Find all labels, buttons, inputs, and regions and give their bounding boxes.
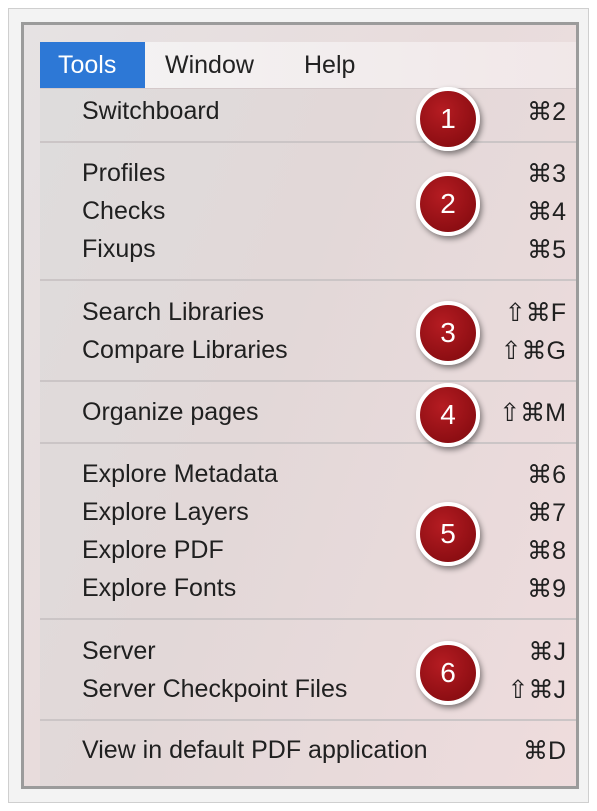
- menu-item-checks[interactable]: Checks ⌘4: [82, 193, 566, 231]
- menu-item-shortcut: ⌘8: [527, 537, 566, 565]
- callout-badge-1: 1: [416, 87, 480, 151]
- menu-item-label: Search Libraries: [82, 298, 265, 326]
- menu-item-label: Server: [82, 637, 156, 665]
- callout-badge-4: 4: [416, 383, 480, 447]
- menu-item-label: Organize pages: [82, 398, 259, 426]
- menu-separator: [40, 618, 576, 620]
- menu-item-fixups[interactable]: Fixups ⌘5: [82, 231, 566, 269]
- menu-item-label: View in default PDF application: [82, 736, 428, 764]
- menu-item-label: Explore Layers: [82, 498, 249, 526]
- menu-item-shortcut: ⌘7: [527, 499, 566, 527]
- menu-item-shortcut: ⇧⌘G: [500, 337, 566, 365]
- menu-item-shortcut: ⌘4: [527, 198, 566, 226]
- menu-item-explore-fonts[interactable]: Explore Fonts ⌘9: [82, 570, 566, 608]
- menu-bar: Tools Window Help: [40, 42, 576, 89]
- menu-item-shortcut: ⌘9: [527, 575, 566, 603]
- menu-item-shortcut: ⇧⌘J: [507, 676, 566, 704]
- menu-item-search-libraries[interactable]: Search Libraries ⇧⌘F: [82, 294, 566, 332]
- menubar-tools[interactable]: Tools: [40, 42, 145, 88]
- menu-screenshot: Tools Window Help Switchboard ⌘2 Profile…: [21, 22, 579, 789]
- menu-item-label: Checks: [82, 197, 166, 225]
- callout-badge-6: 6: [416, 641, 480, 705]
- menu-separator: [40, 380, 576, 382]
- menu-separator: [40, 719, 576, 721]
- menu-item-server-checkpoint-files[interactable]: Server Checkpoint Files ⇧⌘J: [82, 671, 566, 709]
- menu-item-shortcut: ⌘D: [522, 737, 566, 765]
- menu-item-explore-layers[interactable]: Explore Layers ⌘7: [82, 494, 566, 532]
- callout-badge-5: 5: [416, 502, 480, 566]
- menu-item-shortcut: ⇧⌘F: [504, 299, 566, 327]
- menu-item-label: Switchboard: [82, 97, 220, 125]
- menu-item-label: Profiles: [82, 159, 166, 187]
- menu-item-shortcut: ⌘2: [527, 98, 566, 126]
- menu-item-label: Server Checkpoint Files: [82, 675, 348, 703]
- tools-menu: Switchboard ⌘2 Profiles ⌘3 Checks ⌘4 Fix…: [40, 87, 576, 786]
- menu-item-view-in-default-pdf-application[interactable]: View in default PDF application ⌘D: [82, 732, 566, 770]
- menu-item-switchboard[interactable]: Switchboard ⌘2: [82, 93, 566, 131]
- menu-separator: [40, 141, 576, 143]
- menu-item-compare-libraries[interactable]: Compare Libraries ⇧⌘G: [82, 332, 566, 370]
- callout-badge-3: 3: [416, 301, 480, 365]
- menu-item-explore-pdf[interactable]: Explore PDF ⌘8: [82, 532, 566, 570]
- menu-separator: [40, 279, 576, 281]
- menu-item-shortcut: ⇧⌘M: [499, 399, 566, 427]
- menu-item-label: Explore Metadata: [82, 460, 278, 488]
- menu-item-profiles[interactable]: Profiles ⌘3: [82, 155, 566, 193]
- menu-item-label: Compare Libraries: [82, 336, 288, 364]
- menubar-window[interactable]: Window: [147, 42, 277, 88]
- menu-item-explore-metadata[interactable]: Explore Metadata ⌘6: [82, 456, 566, 494]
- menu-item-label: Explore Fonts: [82, 574, 237, 602]
- callout-badge-2: 2: [416, 172, 480, 236]
- menu-item-shortcut: ⌘6: [527, 461, 566, 489]
- menu-item-label: Fixups: [82, 235, 156, 263]
- menubar-help[interactable]: Help: [286, 42, 376, 88]
- menu-item-server[interactable]: Server ⌘J: [82, 633, 566, 671]
- menu-item-organize-pages[interactable]: Organize pages ⇧⌘M: [82, 394, 566, 432]
- menu-item-shortcut: ⌘3: [527, 160, 566, 188]
- menu-item-shortcut: ⌘J: [528, 638, 567, 666]
- menu-separator: [40, 442, 576, 444]
- menu-item-label: Explore PDF: [82, 536, 224, 564]
- menu-item-shortcut: ⌘5: [527, 236, 566, 264]
